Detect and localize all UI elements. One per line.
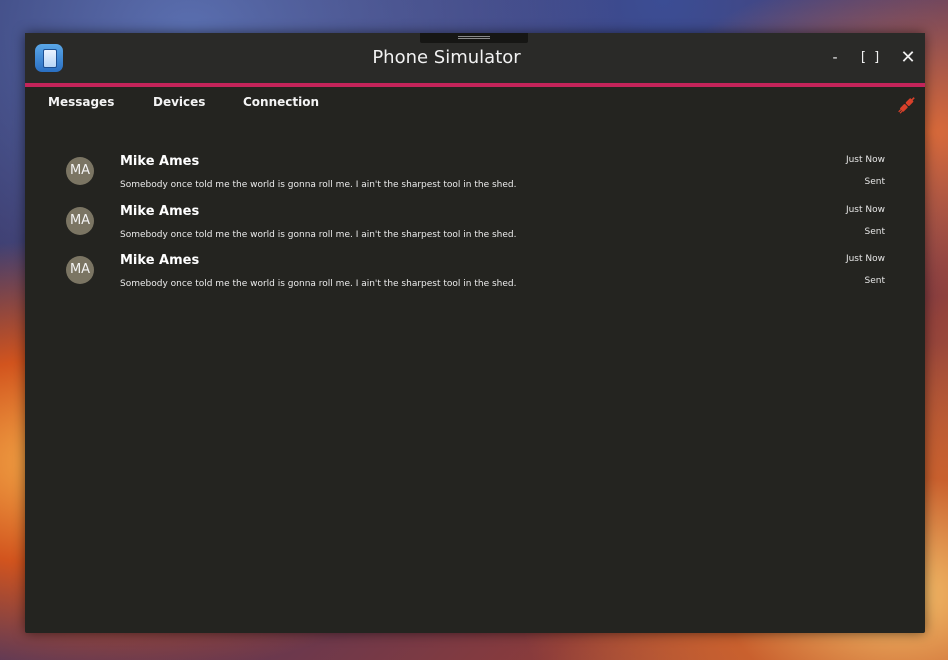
- message-status: Sent: [864, 227, 885, 237]
- tab-messages[interactable]: Messages: [48, 95, 114, 109]
- app-window: Phone Simulator - [ ] ✕ Messages Devices…: [25, 33, 925, 633]
- message-time: Just Now: [845, 205, 885, 215]
- message-body: Somebody once told me the world is gonna…: [120, 279, 517, 289]
- message-item[interactable]: MA Mike Ames Somebody once told me the w…: [25, 198, 925, 246]
- sender-name: Mike Ames: [120, 204, 200, 219]
- message-item[interactable]: MA Mike Ames Somebody once told me the w…: [25, 148, 925, 196]
- message-time: Just Now: [845, 155, 885, 165]
- avatar: MA: [66, 256, 94, 284]
- avatar: MA: [66, 157, 94, 185]
- sender-name: Mike Ames: [120, 253, 200, 268]
- minimize-button[interactable]: -: [823, 46, 847, 70]
- message-body: Somebody once told me the world is gonna…: [120, 230, 517, 240]
- tab-connection[interactable]: Connection: [243, 95, 319, 109]
- message-status: Sent: [864, 276, 885, 286]
- tab-devices[interactable]: Devices: [153, 95, 205, 109]
- drag-handle[interactable]: [420, 33, 528, 43]
- avatar: MA: [66, 207, 94, 235]
- plug-icon[interactable]: [895, 94, 917, 116]
- maximize-button[interactable]: [ ]: [859, 46, 883, 70]
- accent-bar: [25, 83, 925, 87]
- sender-name: Mike Ames: [120, 154, 200, 169]
- message-item[interactable]: MA Mike Ames Somebody once told me the w…: [25, 247, 925, 295]
- message-body: Somebody once told me the world is gonna…: [120, 180, 517, 190]
- message-time: Just Now: [845, 254, 885, 264]
- close-button[interactable]: ✕: [896, 46, 920, 70]
- message-status: Sent: [864, 177, 885, 187]
